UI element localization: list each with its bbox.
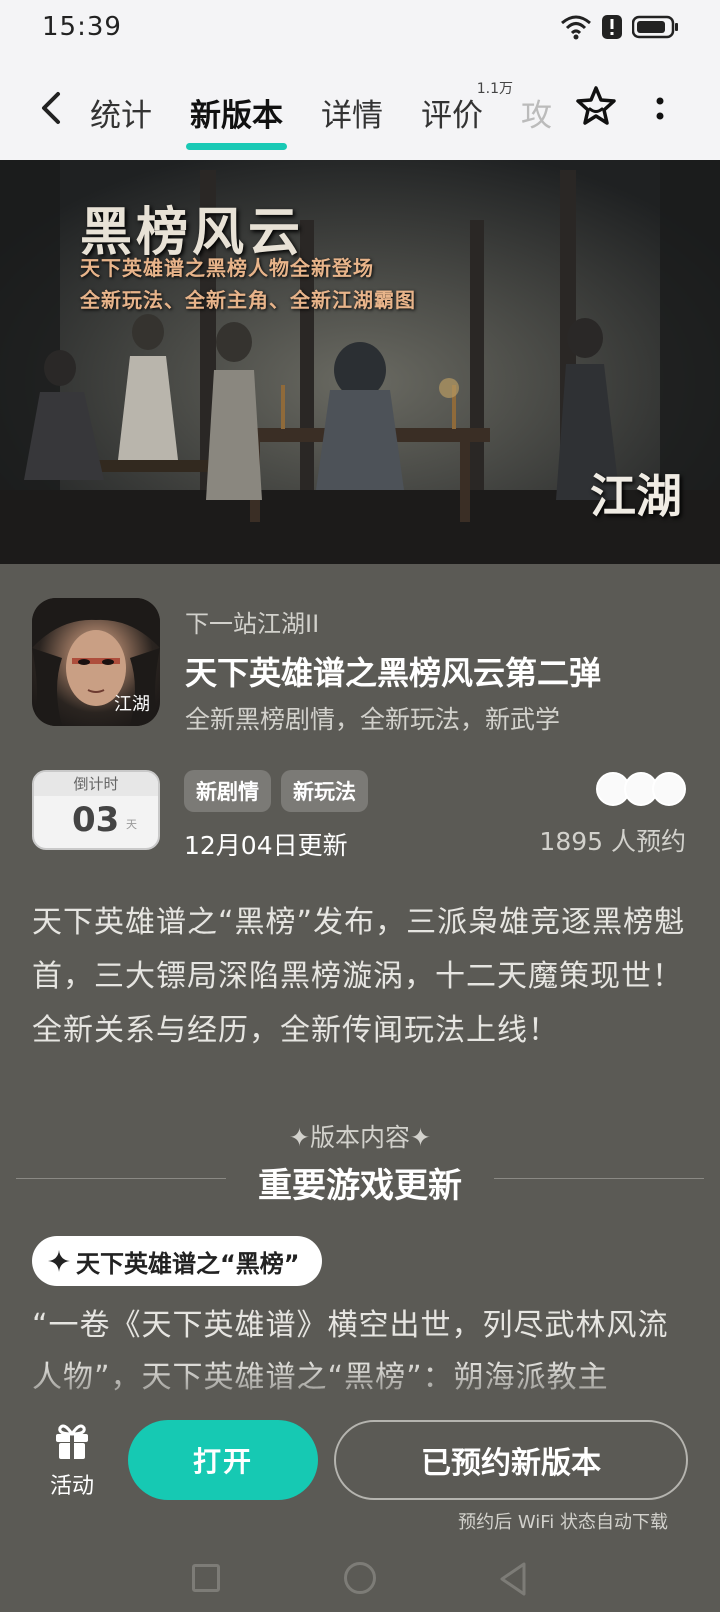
more-options-icon[interactable] — [654, 94, 666, 124]
status-icons — [560, 14, 680, 40]
reviews-count-badge: 1.1万 — [476, 81, 513, 97]
version-tags: 新剧情 新玩法 — [184, 770, 368, 812]
highlight-pill: 天下英雄谱之“黑榜” — [32, 1236, 322, 1286]
banner-subtitle-line1: 天下英雄谱之黑榜人物全新登场 — [80, 256, 374, 280]
version-description: 天下英雄谱之“黑榜”发布，三派枭雄竞逐黑榜魁首，三大镖局深陷黑榜漩涡，十二天魔策… — [32, 905, 686, 1048]
tab-stats[interactable]: 统计 — [90, 90, 152, 140]
system-nav-bar — [0, 1540, 720, 1612]
top-nav-bar: 统计 新版本 详情 评价 1.1万 攻 — [0, 56, 720, 160]
tag-new-gameplay: 新玩法 — [281, 770, 368, 812]
countdown-value: 03 — [72, 800, 120, 840]
reserver-avatars — [596, 772, 688, 808]
app-icon[interactable]: 江湖 — [32, 598, 160, 726]
tab-bar: 统计 新版本 详情 评价 1.1万 攻 — [90, 81, 590, 150]
countdown-unit: 天 — [126, 818, 137, 831]
app-name: 下一站江湖II — [185, 610, 320, 638]
tag-new-story: 新剧情 — [184, 770, 271, 812]
wifi-download-note: 预约后 WiFi 状态自动下载 — [458, 1512, 668, 1533]
battery-icon — [632, 15, 678, 39]
sparkle-icon — [48, 1250, 70, 1272]
wifi-icon — [561, 15, 591, 40]
banner-subtitle-line2: 全新玩法、全新主角、全新江湖霸图 — [80, 288, 416, 312]
status-bar: 15:39 — [0, 0, 720, 56]
countdown-label: 倒计时 — [34, 772, 158, 796]
activity-label: 活动 — [49, 1474, 94, 1499]
version-summary: 全新黑榜剧情，全新玩法，新武学 — [185, 705, 561, 734]
back-arrow-icon[interactable] — [36, 88, 68, 128]
app-icon-logo: 江湖 — [114, 694, 150, 715]
tab-reviews[interactable]: 评价 1.1万 — [421, 81, 513, 140]
tab-details[interactable]: 详情 — [321, 90, 383, 140]
version-banner[interactable]: 黑榜风云 天下英雄谱之黑榜人物全新登场 全新玩法、全新主角、全新江湖霸图 江湖 — [0, 160, 720, 564]
reservation-count: 1895 人预约 — [539, 827, 686, 856]
home-icon[interactable] — [344, 1562, 376, 1594]
alert-icon — [602, 15, 622, 39]
gift-icon — [56, 1424, 88, 1459]
game-logo: 江湖 — [590, 469, 682, 523]
countdown-badge: 倒计时 03 天 — [32, 770, 160, 850]
recent-apps-icon[interactable] — [192, 1564, 220, 1592]
avatar — [652, 772, 686, 806]
banner-subtitle: 天下英雄谱之黑榜人物全新登场 全新玩法、全新主角、全新江湖霸图 — [80, 252, 416, 316]
tab-guides[interactable]: 攻 — [521, 90, 552, 140]
section-title: 重要游戏更新 — [258, 1166, 462, 1206]
open-button[interactable]: 打开 — [128, 1420, 318, 1500]
reserved-version-button[interactable]: 已预约新版本 — [334, 1420, 688, 1500]
tab-new-version[interactable]: 新版本 — [186, 90, 287, 150]
system-back-icon[interactable] — [496, 1560, 530, 1598]
favorite-star-icon[interactable] — [574, 84, 618, 128]
highlight-pill-label: 天下英雄谱之“黑榜” — [76, 1249, 300, 1278]
section-kicker: ✦版本内容✦ — [289, 1123, 431, 1152]
version-headline: 天下英雄谱之黑榜风云第二弹 — [185, 654, 602, 692]
status-time: 15:39 — [42, 12, 122, 42]
active-tab-indicator — [186, 143, 287, 150]
activity-button[interactable]: 活动 — [44, 1422, 100, 1500]
update-date: 12月04日更新 — [184, 831, 348, 860]
